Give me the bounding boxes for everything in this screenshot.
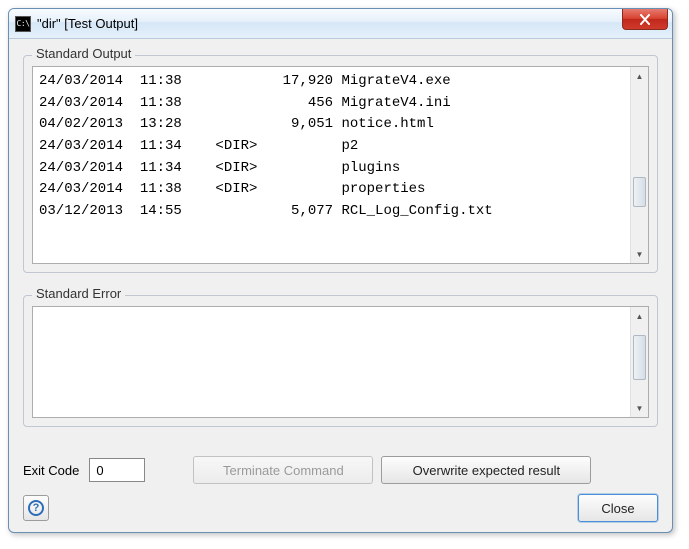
standard-output-area[interactable]: 24/03/2014 11:38 17,920 MigrateV4.exe 24… <box>32 66 649 264</box>
standard-error-area[interactable]: ▲ ▼ <box>32 306 649 418</box>
window-title: "dir" [Test Output] <box>37 16 138 31</box>
standard-output-group: Standard Output 24/03/2014 11:38 17,920 … <box>23 55 658 273</box>
dialog-content: Standard Output 24/03/2014 11:38 17,920 … <box>9 39 672 532</box>
scroll-down-icon[interactable]: ▼ <box>631 245 648 263</box>
scroll-thumb[interactable] <box>633 177 646 207</box>
footer-row-2: ? Close <box>23 494 658 522</box>
help-icon: ? <box>28 500 44 516</box>
titlebar[interactable]: C:\ "dir" [Test Output] <box>9 9 672 39</box>
dialog-window: C:\ "dir" [Test Output] Standard Output … <box>8 8 673 533</box>
standard-error-label: Standard Error <box>32 286 125 301</box>
scroll-up-icon[interactable]: ▲ <box>631 67 648 85</box>
footer-row-1: Exit Code Terminate Command Overwrite ex… <box>23 450 658 484</box>
stderr-scrollbar[interactable]: ▲ ▼ <box>630 307 648 417</box>
scroll-down-icon[interactable]: ▼ <box>631 399 648 417</box>
scroll-track[interactable] <box>631 325 648 399</box>
scroll-track[interactable] <box>631 85 648 245</box>
standard-output-text: 24/03/2014 11:38 17,920 MigrateV4.exe 24… <box>33 67 630 263</box>
terminate-command-button: Terminate Command <box>193 456 373 484</box>
scroll-up-icon[interactable]: ▲ <box>631 307 648 325</box>
help-button[interactable]: ? <box>23 495 49 521</box>
cmd-icon: C:\ <box>15 16 31 32</box>
standard-error-group: Standard Error ▲ ▼ <box>23 295 658 427</box>
stdout-scrollbar[interactable]: ▲ ▼ <box>630 67 648 263</box>
standard-output-label: Standard Output <box>32 46 135 61</box>
standard-error-text <box>33 307 630 417</box>
exit-code-label: Exit Code <box>23 463 79 478</box>
close-icon <box>639 14 651 25</box>
overwrite-expected-result-button[interactable]: Overwrite expected result <box>381 456 591 484</box>
scroll-thumb[interactable] <box>633 335 646 380</box>
close-button[interactable]: Close <box>578 494 658 522</box>
window-close-button[interactable] <box>622 9 668 30</box>
cmd-icon-text: C:\ <box>17 20 30 28</box>
exit-code-field[interactable] <box>89 458 145 482</box>
